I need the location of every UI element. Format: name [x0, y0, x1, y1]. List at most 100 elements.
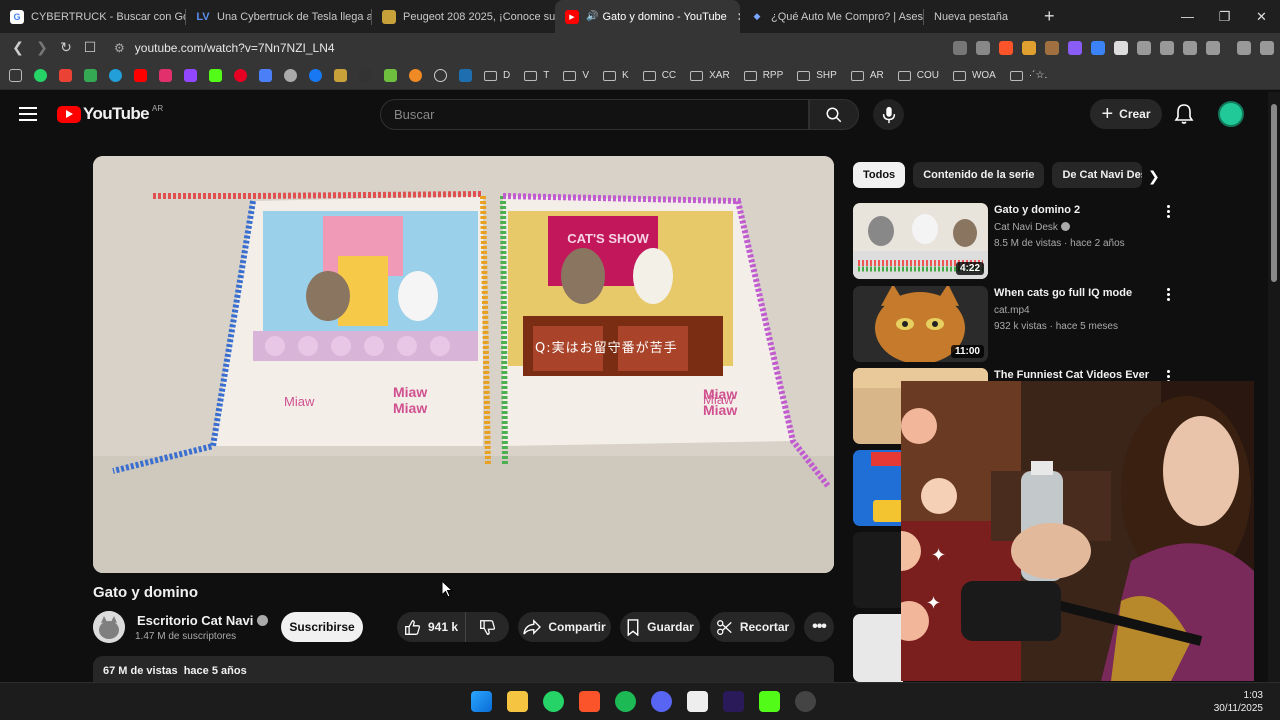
brave-shield-icon[interactable] [999, 40, 1013, 55]
file-explorer-icon[interactable] [507, 691, 528, 712]
notifications-button[interactable] [1174, 103, 1194, 130]
tab-youtube[interactable]: ▶ 🔊 Gato y domino - YouTube ✕ [555, 0, 740, 33]
drive-icon[interactable] [84, 69, 97, 82]
extension-icon[interactable] [1068, 40, 1082, 55]
reading-list-icon[interactable] [1183, 40, 1197, 55]
kick-icon[interactable] [759, 691, 780, 712]
chatgpt-icon[interactable] [284, 69, 297, 82]
more-actions-button[interactable]: ••• [804, 612, 834, 642]
instagram-icon[interactable] [159, 69, 172, 82]
url-field[interactable]: ⚙ youtube.com/watch?v=7Nn7NZI_LN4 [114, 41, 335, 55]
share-button[interactable]: Compartir [518, 612, 611, 642]
search-input[interactable]: Buscar [380, 99, 809, 130]
tab-google[interactable]: G CYBERTRUCK - Buscar con Google [0, 0, 185, 33]
chip-todos[interactable]: Todos [853, 162, 906, 188]
video-thumbnail[interactable]: 4:22 [853, 203, 988, 279]
bookmark-folder[interactable]: WOA [952, 70, 996, 81]
telegram-icon[interactable] [109, 69, 122, 82]
new-tab-button[interactable]: + [1044, 6, 1055, 27]
bookmark-folder[interactable]: COU [897, 70, 939, 81]
video-thumbnail[interactable] [853, 532, 903, 608]
video-thumbnail[interactable] [853, 614, 903, 682]
pinterest-icon[interactable] [234, 69, 247, 82]
notion-icon[interactable] [687, 691, 708, 712]
brave-browser-icon[interactable] [579, 691, 600, 712]
chevron-right-icon[interactable]: ❯ [1148, 168, 1160, 185]
chip-channel[interactable]: De Cat Navi Des [1052, 162, 1143, 188]
maximize-icon[interactable]: ❐ [1206, 9, 1243, 25]
bookmark-folder[interactable]: V [563, 70, 589, 81]
tab-peugeot[interactable]: Peugeot 208 2025, ¡Conoce sus es [372, 0, 555, 33]
bookmark-folder[interactable]: AR [850, 70, 884, 81]
whatsapp-icon[interactable] [543, 691, 564, 712]
download-icon[interactable] [1160, 40, 1174, 55]
scrollbar-thumb[interactable] [1271, 104, 1277, 282]
forward-icon[interactable]: ❯ [30, 39, 54, 56]
whatsapp-icon[interactable] [34, 69, 47, 82]
avatar[interactable] [1218, 101, 1244, 127]
share-icon[interactable] [976, 40, 990, 55]
like-button[interactable]: 941 k [397, 612, 465, 642]
recommendation-item[interactable]: 11:00 When cats go full IQ mode cat.mp4 … [853, 286, 1183, 362]
video-thumbnail[interactable]: 11:00 [853, 286, 988, 362]
menu-icon[interactable] [1260, 40, 1274, 55]
bookmark-folder[interactable]: XAR [690, 70, 730, 81]
bookmark-folder[interactable]: ·´☆. [1009, 70, 1047, 81]
extension-icon[interactable] [1091, 40, 1105, 55]
kick-icon[interactable] [209, 69, 222, 82]
premiere-pro-icon[interactable] [723, 691, 744, 712]
translate-icon[interactable] [259, 69, 272, 82]
chip-series[interactable]: Contenido de la serie [913, 162, 1045, 188]
twitch-icon[interactable] [184, 69, 197, 82]
bookmark-site-icon[interactable] [334, 69, 347, 82]
extension-icon[interactable] [1114, 40, 1128, 55]
tab-car-site[interactable]: ◆ ¿Qué Auto Me Compro? | Asesori [740, 0, 923, 33]
puzzle-icon[interactable] [1137, 40, 1151, 55]
bookmark-site-icon[interactable] [434, 69, 447, 82]
facebook-icon[interactable] [309, 69, 322, 82]
bookmark-site-icon[interactable] [384, 69, 397, 82]
bookmark-site-icon[interactable] [409, 69, 422, 82]
menu-icon[interactable] [19, 107, 37, 125]
site-info-icon[interactable]: ⚙ [114, 41, 125, 55]
search-button[interactable] [809, 99, 859, 130]
bookmark-folder[interactable]: CC [642, 70, 676, 81]
video-thumbnail[interactable] [853, 450, 903, 526]
more-vertical-icon[interactable] [1167, 288, 1171, 303]
channel-avatar[interactable] [93, 611, 125, 643]
minimize-icon[interactable]: — [1169, 9, 1206, 24]
reload-icon[interactable]: ↻ [54, 39, 78, 56]
channel-name[interactable]: Escritorio Cat Navi [137, 613, 269, 628]
youtube-bookmark-icon[interactable] [134, 69, 147, 82]
voice-search-button[interactable] [873, 99, 904, 130]
clip-button[interactable]: Recortar [710, 612, 795, 642]
subscribe-button[interactable]: Suscribirse [281, 612, 363, 642]
cast-icon[interactable] [953, 40, 967, 55]
tab-new[interactable]: Nueva pestaña [924, 0, 1034, 33]
bookmark-icon[interactable]: ☐ [78, 39, 102, 56]
video-player[interactable]: Miaw Miaw CAT'S SHOW Miaw Miaw Miaw Miaw… [93, 156, 834, 573]
page-scrollbar[interactable] [1268, 92, 1280, 682]
close-window-icon[interactable]: ✕ [1243, 9, 1280, 25]
extension-icon[interactable] [1022, 40, 1036, 55]
more-vertical-icon[interactable] [1167, 205, 1171, 220]
bookmark-folder[interactable]: RPP [743, 70, 783, 81]
app-icon[interactable] [795, 691, 816, 712]
system-clock[interactable]: 1:03 30/11/2025 [1214, 689, 1263, 715]
bookmark-site-icon[interactable] [359, 69, 372, 82]
dislike-button[interactable] [465, 612, 509, 642]
bookmark-folder[interactable]: SHP [797, 70, 837, 81]
bookmark-folder[interactable]: K [603, 70, 629, 81]
tab-lv[interactable]: LV Una Cybertruck de Tesla llega a C [186, 0, 371, 33]
windows-start-icon[interactable] [471, 691, 492, 712]
bookmark-folder[interactable]: D [484, 70, 510, 81]
gmail-icon[interactable] [59, 69, 72, 82]
media-icon[interactable] [1237, 40, 1251, 55]
recommendation-item[interactable]: 4:22 Gato y domino 2 Cat Navi Desk 8.5 M… [853, 203, 1183, 279]
linkedin-icon[interactable] [459, 69, 472, 82]
youtube-logo[interactable]: YouTube AR [57, 104, 163, 124]
discord-icon[interactable] [651, 691, 672, 712]
spotify-icon[interactable] [615, 691, 636, 712]
extension-icon[interactable] [1045, 40, 1059, 55]
create-button[interactable]: + Crear [1090, 99, 1162, 129]
